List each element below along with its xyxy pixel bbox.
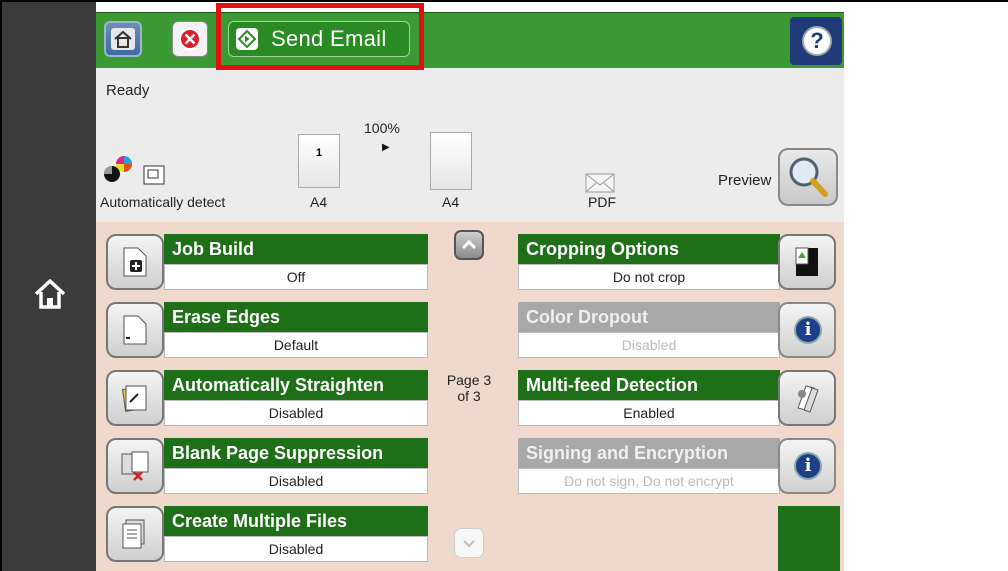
option-multi-feed-detection[interactable]: Multi-feed Detection Enabled	[518, 370, 836, 426]
option-title: Multi-feed Detection	[518, 370, 780, 400]
option-title: Cropping Options	[518, 234, 780, 264]
option-value: Off	[164, 264, 428, 290]
erase-edges-icon	[106, 302, 164, 358]
job-build-icon	[106, 234, 164, 290]
option-erase-edges[interactable]: Erase Edges Default	[106, 302, 428, 358]
scroll-up-button[interactable]	[454, 230, 484, 260]
option-value: Default	[164, 332, 428, 358]
option-automatically-straighten[interactable]: Automatically Straighten Disabled	[106, 370, 428, 426]
zoom-level: 100%	[364, 120, 400, 136]
option-value: Do not crop	[518, 264, 780, 290]
option-title: Create Multiple Files	[164, 506, 428, 536]
blank-page-icon	[106, 438, 164, 494]
option-job-build[interactable]: Job Build Off	[106, 234, 428, 290]
preview-button[interactable]	[778, 148, 838, 206]
option-value: Disabled	[164, 400, 428, 426]
color-mode-label: Automatically detect	[100, 194, 226, 210]
option-create-multiple-files[interactable]: Create Multiple Files Disabled	[106, 506, 428, 562]
option-value: Disabled	[164, 536, 428, 562]
chevron-down-icon	[463, 540, 475, 548]
ready-status: Ready	[106, 82, 150, 99]
home-button[interactable]	[104, 21, 142, 57]
home-icon	[111, 28, 135, 50]
device-screen: Send Email ? Ready 100% ▶ Automatically …	[96, 12, 844, 571]
option-value: Enabled	[518, 400, 780, 426]
left-rail	[2, 2, 96, 571]
arrow-right-icon: ▶	[382, 142, 390, 153]
color-mode-icon[interactable]	[102, 154, 136, 184]
options-panel: Job Build Off Erase Edges Default Automa…	[96, 222, 844, 571]
title-bar: Send Email ?	[96, 12, 844, 69]
source-page-thumbnail: 1	[298, 134, 340, 188]
option-color-dropout: Color Dropout Disabled i	[518, 302, 836, 358]
option-title: Erase Edges	[164, 302, 428, 332]
highlight-box	[216, 3, 424, 70]
original-sides-icon[interactable]	[140, 164, 170, 186]
page-indicator: Page 3 of 3	[436, 372, 502, 404]
cropping-icon	[778, 234, 836, 290]
source-size-label: A4	[310, 194, 328, 210]
stop-button[interactable]	[172, 21, 208, 57]
source-page-number: 1	[315, 147, 323, 159]
option-title: Color Dropout	[518, 302, 780, 332]
info-button[interactable]: i	[778, 438, 836, 494]
file-type-label: PDF	[588, 194, 616, 210]
email-icon	[585, 173, 615, 193]
preview-label: Preview	[718, 172, 772, 189]
stop-icon	[179, 28, 201, 50]
option-title: Signing and Encryption	[518, 438, 780, 468]
straighten-icon	[106, 370, 164, 426]
info-icon: i	[794, 452, 822, 480]
scroll-down-button[interactable]	[454, 528, 484, 558]
help-button[interactable]: ?	[790, 17, 842, 65]
info-button[interactable]: i	[778, 302, 836, 358]
option-value: Disabled	[164, 468, 428, 494]
help-icon: ?	[802, 26, 832, 56]
home-icon	[34, 279, 66, 309]
chevron-up-icon	[461, 239, 477, 250]
info-icon: i	[794, 316, 822, 344]
option-title: Job Build	[164, 234, 428, 264]
multi-feed-icon	[778, 370, 836, 426]
output-size-label: A4	[442, 194, 460, 210]
top-border	[0, 0, 1008, 2]
partial-option-tile	[778, 506, 840, 571]
status-area: Ready 100% ▶ Automatically detect 1 A4 A…	[96, 68, 844, 218]
multiple-files-icon	[106, 506, 164, 562]
option-title: Automatically Straighten	[164, 370, 428, 400]
magnifier-icon	[789, 157, 828, 197]
option-title: Blank Page Suppression	[164, 438, 428, 468]
option-signing-and-encryption: Signing and Encryption Do not sign, Do n…	[518, 438, 836, 494]
rail-home-button[interactable]	[30, 274, 70, 314]
page-indicator-line2: of 3	[457, 388, 481, 404]
option-cropping-options[interactable]: Cropping Options Do not crop	[518, 234, 836, 290]
page-indicator-line1: Page 3	[446, 372, 492, 388]
option-blank-page-suppression[interactable]: Blank Page Suppression Disabled	[106, 438, 428, 494]
option-value: Do not sign, Do not encrypt	[518, 468, 780, 494]
output-page-thumbnail	[430, 132, 472, 190]
option-value: Disabled	[518, 332, 780, 358]
